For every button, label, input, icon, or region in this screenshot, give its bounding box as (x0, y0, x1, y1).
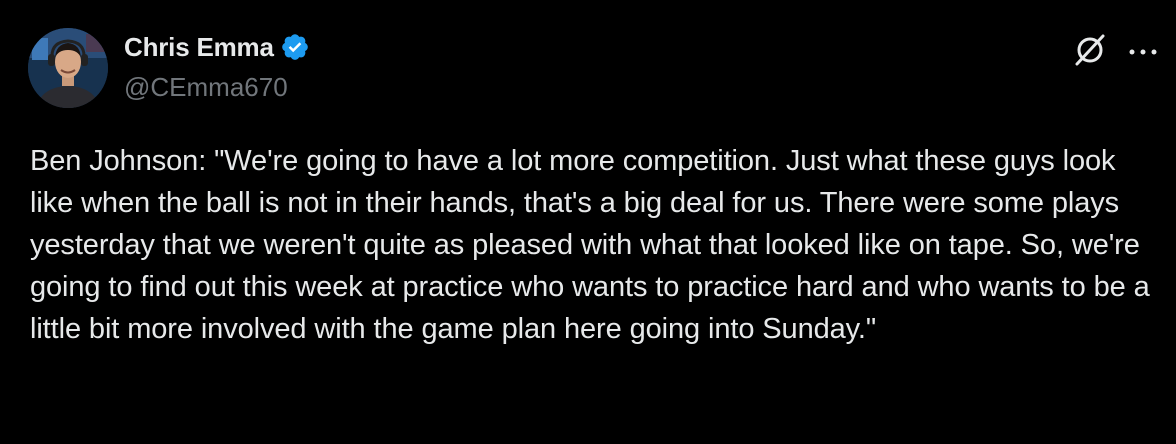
verified-badge-icon[interactable] (280, 32, 310, 62)
tweet-body-text: Ben Johnson: "We're going to have a lot … (30, 145, 1150, 345)
tweet-card: Chris Emma @CEmma670 Ben Johnson: "We're… (0, 0, 1176, 444)
author-name-row: Chris Emma (124, 30, 310, 64)
tweet-top-actions (1072, 32, 1158, 73)
more-options-icon[interactable] (1128, 44, 1158, 62)
author-display-name[interactable]: Chris Emma (124, 32, 274, 63)
author-handle[interactable]: @CEmma670 (124, 72, 288, 103)
grok-icon[interactable] (1072, 32, 1108, 73)
avatar-photo-icon (28, 28, 108, 108)
author-avatar[interactable] (28, 28, 108, 108)
